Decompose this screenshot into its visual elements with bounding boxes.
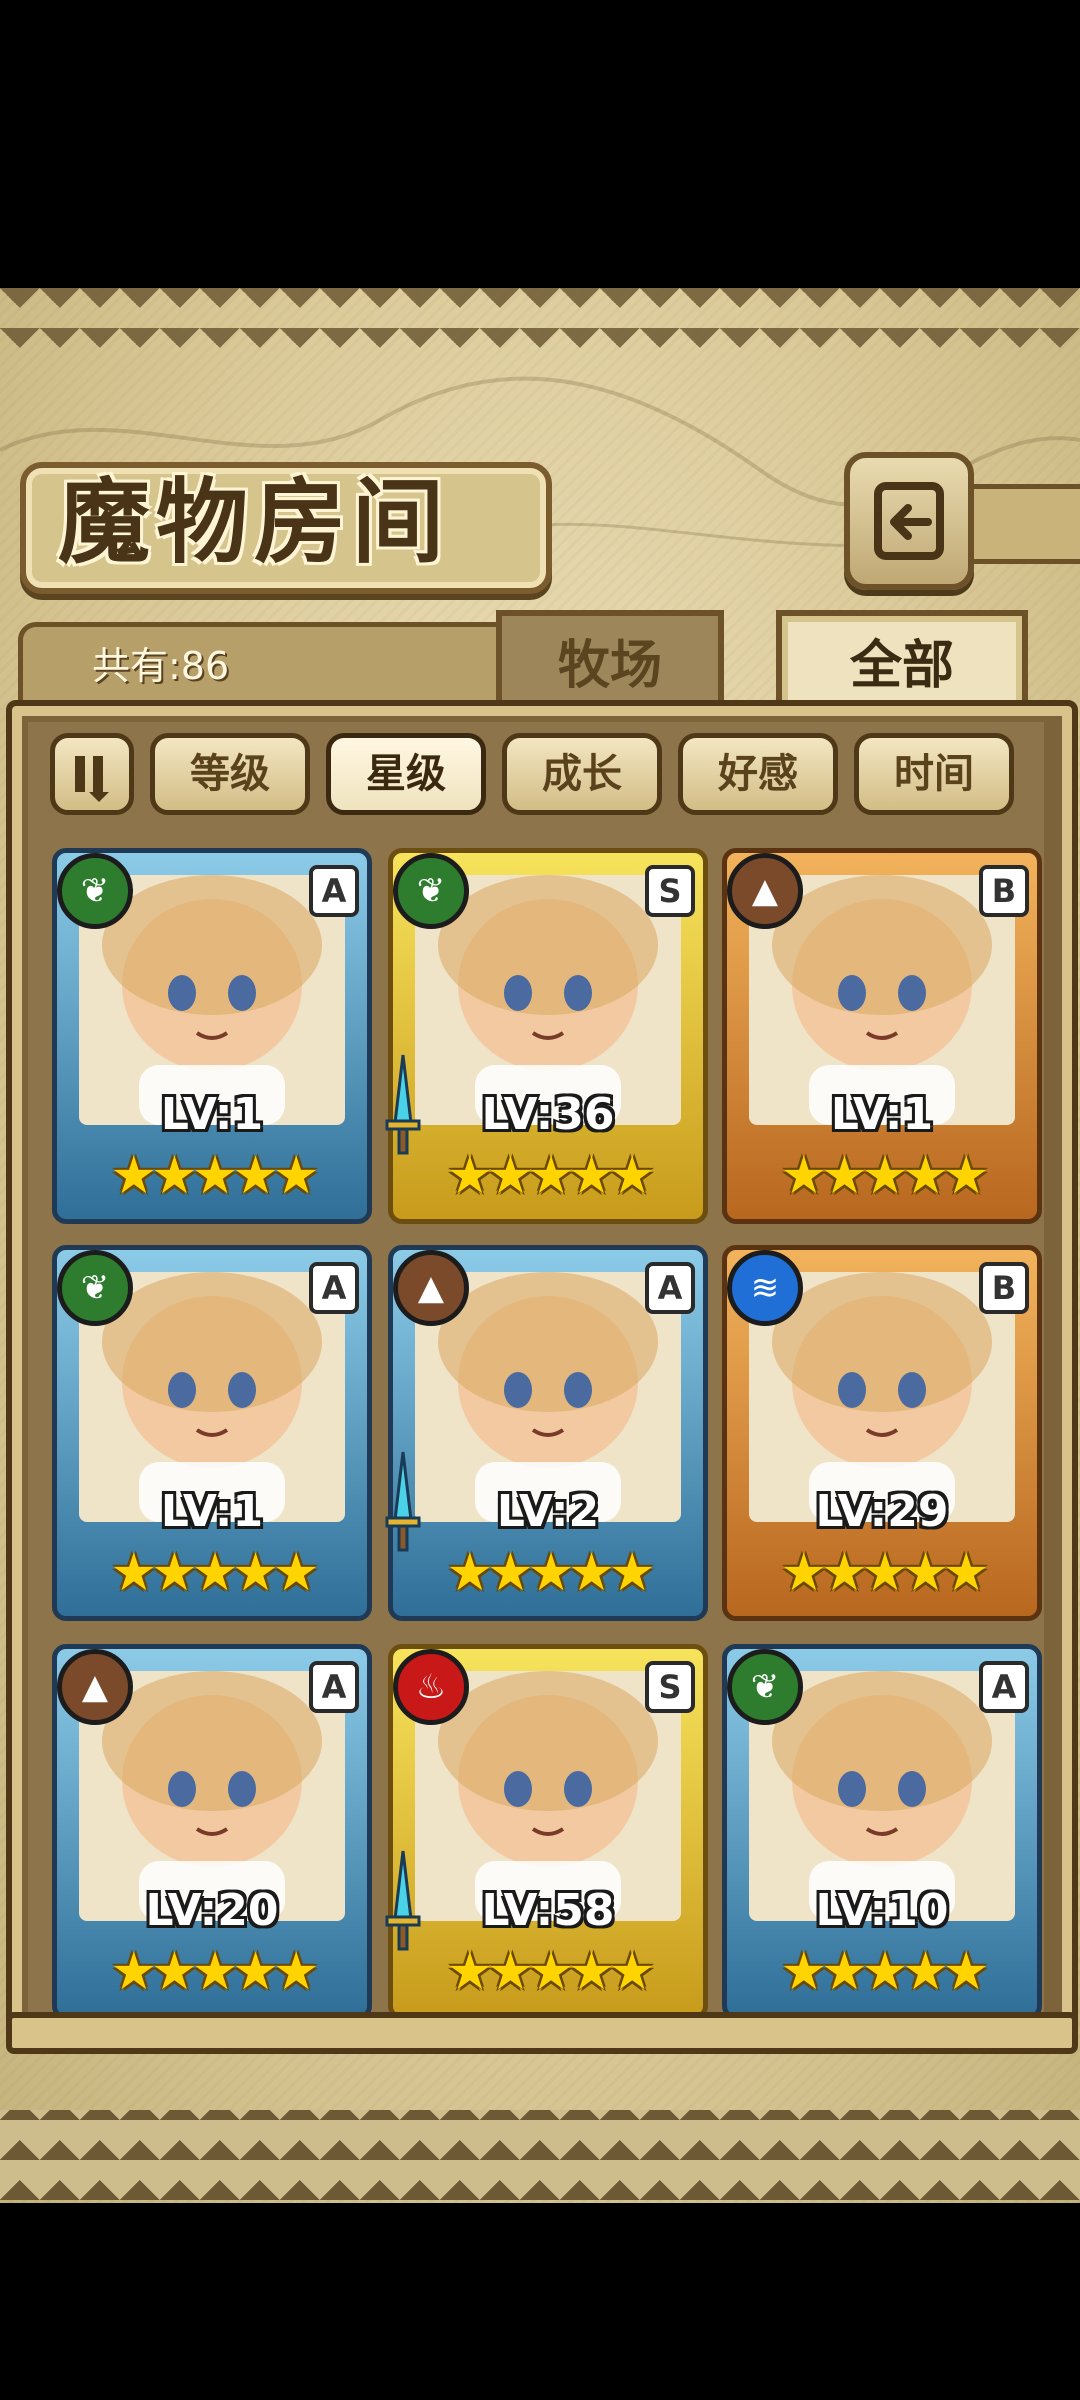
tab-ranch-label: 牧场 (557, 636, 662, 696)
water-element-icon: ≋ (727, 1250, 803, 1326)
monster-level: LV:58 (481, 1885, 615, 1936)
star-rating: ★★★★★ (780, 1543, 989, 1603)
rank-badge: A (309, 1262, 359, 1314)
rank-badge: B (979, 1262, 1029, 1314)
monster-level: LV:29 (815, 1486, 949, 1537)
star-rating: ★★★★★ (110, 1942, 319, 2002)
monster-card[interactable]: ❦ A LV:1 ★★★★★ (52, 1245, 372, 1621)
star-rating: ★★★★★ (780, 1942, 989, 2002)
monster-card[interactable]: ▲ B LV:1 ★★★★★ (722, 848, 1042, 1224)
monster-level: LV:1 (160, 1486, 264, 1537)
rank-badge: S (645, 865, 695, 917)
earth-element-icon: ▲ (393, 1250, 469, 1326)
sort-stars-label: 星级 (366, 751, 446, 797)
sort-time-button[interactable]: 时间 (854, 733, 1014, 815)
leaf-element-icon: ❦ (57, 853, 133, 929)
rank-badge: S (645, 1661, 695, 1713)
back-strip (962, 484, 1080, 564)
monster-count: 共有:86 (92, 644, 230, 688)
leaf-element-icon: ❦ (727, 1649, 803, 1725)
monster-card[interactable]: ≋ B LV:29 ★★★★★ (722, 1245, 1042, 1621)
monster-card[interactable]: ▲ A LV:2 ★★★★★ (385, 1245, 708, 1621)
sort-growth-button[interactable]: 成长 (502, 733, 662, 815)
sort-time-label: 时间 (894, 751, 974, 797)
sort-affection-button[interactable]: 好感 (678, 733, 838, 815)
star-rating: ★★★★★ (110, 1146, 319, 1206)
earth-element-icon: ▲ (57, 1649, 133, 1725)
sort-level-button[interactable]: 等级 (150, 733, 310, 815)
star-rating: ★★★★★ (780, 1146, 989, 1206)
grid-bottom-rail (6, 2012, 1078, 2054)
rank-badge: A (309, 865, 359, 917)
sort-affection-label: 好感 (718, 751, 798, 797)
monster-level: LV:10 (815, 1885, 949, 1936)
sort-order-toggle[interactable] (50, 733, 134, 815)
monster-level: LV:36 (481, 1089, 615, 1140)
page-title: 魔物房间 (58, 468, 451, 576)
back-button[interactable] (844, 452, 974, 590)
star-rating: ★★★★★ (446, 1146, 655, 1206)
sort-order-icon (75, 756, 109, 802)
star-rating: ★★★★★ (446, 1942, 655, 2002)
monster-level: LV:2 (496, 1486, 600, 1537)
sort-level-label: 等级 (190, 751, 270, 797)
rank-badge: A (645, 1262, 695, 1314)
monster-level: LV:20 (145, 1885, 279, 1936)
tab-all-label: 全部 (849, 636, 954, 696)
leaf-element-icon: ❦ (393, 853, 469, 929)
rank-badge: B (979, 865, 1029, 917)
monster-card[interactable]: ❦ A LV:10 ★★★★★ (722, 1644, 1042, 2020)
monster-card[interactable]: ❦ S LV:36 ★★★★★ (385, 848, 708, 1224)
sort-stars-button[interactable]: 星级 (326, 733, 486, 815)
star-rating: ★★★★★ (446, 1543, 655, 1603)
monster-level: LV:1 (160, 1089, 264, 1140)
leaf-element-icon: ❦ (57, 1250, 133, 1326)
return-arrow-icon (874, 482, 944, 560)
fire-element-icon: ♨ (393, 1649, 469, 1725)
rank-badge: A (309, 1661, 359, 1713)
sort-growth-label: 成长 (542, 751, 622, 797)
monster-card[interactable]: ❦ A LV:1 ★★★★★ (52, 848, 372, 1224)
monster-card[interactable]: ▲ A LV:20 ★★★★★ (52, 1644, 372, 2020)
star-rating: ★★★★★ (110, 1543, 319, 1603)
earth-element-icon: ▲ (727, 853, 803, 929)
monster-level: LV:1 (830, 1089, 934, 1140)
bottom-zigzag-border (0, 2110, 1080, 2200)
monster-card[interactable]: ♨ S LV:58 ★★★★★ (385, 1644, 708, 2020)
rank-badge: A (979, 1661, 1029, 1713)
